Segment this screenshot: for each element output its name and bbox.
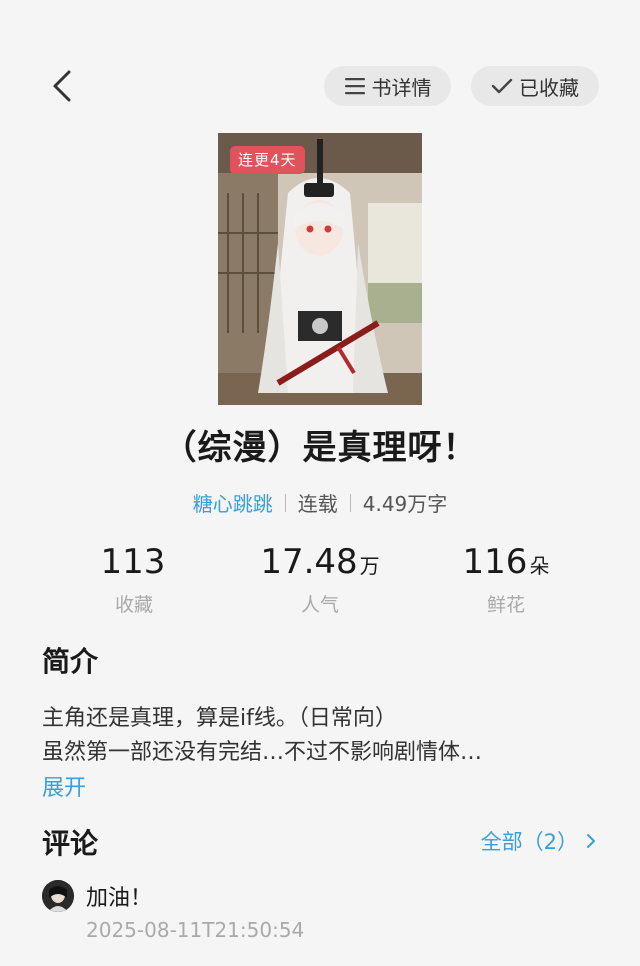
intro-text: 主角还是真理，算是if线。（日常向） 虽然第一部还没有完结…不过不影响剧情体… — [42, 702, 602, 770]
stat-value: 17.48 — [260, 542, 358, 582]
list-icon — [344, 78, 365, 95]
stat-label: 鲜花 — [486, 594, 525, 616]
book-details-button[interactable]: 书详情 — [324, 66, 451, 106]
book-details-label: 书详情 — [371, 75, 432, 100]
word-count: 4.49万字 — [362, 492, 448, 516]
update-streak-badge: 连更4天 — [230, 146, 305, 174]
stat-flowers: 116 朵 鲜花 — [416, 540, 596, 617]
stat-unit: 朵 — [529, 554, 550, 578]
divider — [349, 493, 351, 512]
intro-line: 主角还是真理，算是if线。（日常向） — [42, 706, 397, 731]
comment-timestamp: 2025-08-11T21:50:54 — [86, 918, 305, 942]
stat-unit: 万 — [359, 554, 380, 578]
stat-label: 人气 — [300, 594, 339, 616]
chevron-left-icon — [53, 70, 71, 102]
author-link[interactable]: 糖心跳跳 — [193, 488, 273, 517]
chevron-right-icon — [587, 834, 595, 848]
intro-line: 虽然第一部还没有完结…不过不影响剧情体… — [42, 740, 483, 765]
all-comments-link[interactable]: 全部（2） — [481, 826, 596, 856]
comment-text: 加油！ — [86, 886, 153, 911]
book-cover[interactable]: 连更4天 — [218, 133, 422, 405]
stat-label: 收藏 — [114, 594, 153, 616]
collected-label: 已收藏 — [519, 75, 579, 100]
stat-value: 113 — [100, 542, 166, 582]
expand-intro-button[interactable]: 展开 — [42, 770, 86, 802]
check-icon — [491, 78, 513, 94]
stats-row: 113 收藏 17.48 万 人气 116 朵 鲜花 — [0, 540, 640, 620]
collected-button[interactable]: 已收藏 — [471, 66, 599, 106]
book-title: （综漫）是真理呀！ — [162, 428, 478, 468]
serial-status: 连载 — [297, 492, 338, 516]
stat-collections: 113 收藏 — [44, 540, 224, 617]
stat-popularity: 17.48 万 人气 — [230, 540, 410, 617]
comments-heading: 评论 — [42, 827, 99, 860]
book-meta: 糖心跳跳 连载 4.49万字 — [0, 488, 640, 517]
intro-heading: 简介 — [42, 645, 99, 678]
back-button[interactable] — [42, 66, 82, 106]
comment-item: 加油！ 2025-08-11T21:50:54 — [42, 876, 602, 956]
divider — [284, 493, 286, 512]
avatar[interactable] — [42, 880, 74, 912]
all-comments-label: 全部（2） — [480, 830, 578, 854]
stat-value: 116 — [462, 542, 528, 582]
